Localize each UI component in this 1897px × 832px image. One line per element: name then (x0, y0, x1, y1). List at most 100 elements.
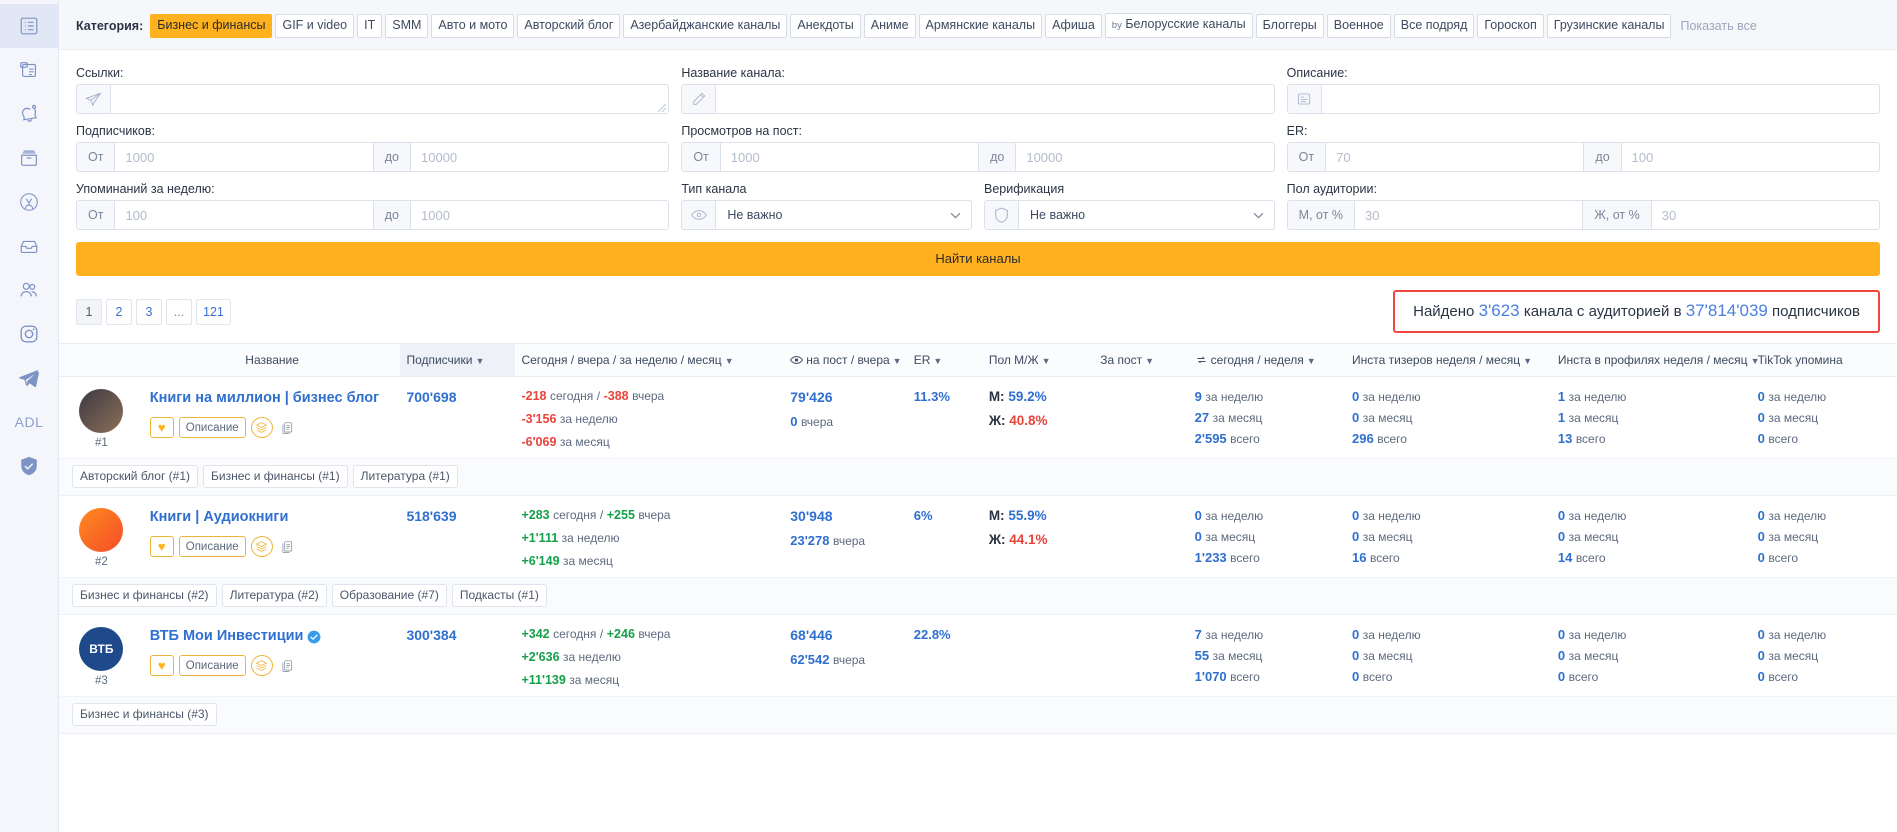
filter-views-control[interactable]: От до (681, 142, 1274, 172)
table-header-cell[interactable]: Пол М/Ж▼ (983, 344, 1094, 377)
table-header-cell[interactable]: За пост▼ (1094, 344, 1188, 377)
table-header: НазваниеПодписчики▼Сегодня / вчера / за … (59, 344, 1897, 377)
filter-gender-control[interactable]: М, от % Ж, от % (1287, 200, 1880, 230)
category-tag[interactable]: Бизнес и финансы (#3) (72, 703, 217, 726)
category-chip[interactable]: Все подряд (1394, 14, 1475, 38)
stack-icon[interactable] (251, 655, 273, 676)
category-tag[interactable]: Литература (#1) (353, 465, 458, 488)
filter-views-from-input[interactable] (721, 143, 978, 171)
copy-icon[interactable] (278, 655, 296, 676)
favorite-button[interactable]: ♥ (150, 655, 174, 676)
adl-logo[interactable]: ADL (0, 400, 59, 444)
category-tag[interactable]: Подкасты (#1) (452, 584, 547, 607)
category-tag[interactable]: Бизнес и финансы (#1) (203, 465, 348, 488)
category-chip[interactable]: Авторский блог (517, 14, 620, 38)
channel-name-link[interactable]: Книги на миллион | бизнес блог (150, 390, 379, 406)
category-tag[interactable]: Литература (#2) (222, 584, 327, 607)
filter-views-to-input[interactable] (1016, 143, 1273, 171)
shield-icon[interactable] (0, 444, 59, 488)
agent-icon[interactable] (0, 180, 59, 224)
table-header-cell[interactable]: ER▼ (908, 344, 983, 377)
growth-month-label: за месяц (569, 673, 619, 687)
category-tag[interactable]: Образование (#7) (332, 584, 447, 607)
filter-er-from-input[interactable] (1326, 143, 1583, 171)
growth-week-label: за неделю (560, 412, 618, 426)
filter-mentions-control[interactable]: От до (76, 200, 669, 230)
copy-icon[interactable] (278, 417, 296, 438)
filter-er-to-input[interactable] (1622, 143, 1879, 171)
avatar[interactable] (79, 389, 123, 433)
filter-mentions-from-input[interactable] (115, 201, 372, 229)
filter-subscribers-to-input[interactable] (411, 143, 668, 171)
pagination-page[interactable]: 3 (136, 299, 162, 325)
archive-icon[interactable] (0, 136, 59, 180)
filter-gender-male-input[interactable] (1355, 201, 1582, 229)
telegram-icon[interactable] (0, 356, 59, 400)
filter-mentions-to-input[interactable] (411, 201, 668, 229)
users-icon[interactable] (0, 268, 59, 312)
filter-description-input[interactable] (1322, 85, 1879, 113)
filter-links-input[interactable] (111, 85, 668, 113)
favorite-button[interactable]: ♥ (150, 536, 174, 557)
category-chip[interactable]: IT (357, 14, 382, 38)
description-button[interactable]: Описание (179, 655, 246, 676)
channel-cell: Книги | Аудиокниги ♥Описание (144, 496, 401, 578)
channel-name-link[interactable]: ВТБ Мои Инвестиции (150, 628, 304, 644)
channel-name-link[interactable]: Книги | Аудиокниги (150, 509, 289, 525)
results-table: НазваниеПодписчики▼Сегодня / вчера / за … (59, 343, 1897, 734)
filter-subscribers-control[interactable]: От до (76, 142, 669, 172)
category-tag[interactable]: Авторский блог (#1) (72, 465, 198, 488)
eye-icon (682, 201, 716, 229)
pagination-page[interactable]: 2 (106, 299, 132, 325)
description-button[interactable]: Описание (179, 536, 246, 557)
table-header-cell[interactable]: Сегодня / вчера / за неделю / месяц▼ (515, 344, 784, 377)
filter-description-control[interactable] (1287, 84, 1880, 114)
copy-icon[interactable] (278, 536, 296, 557)
pagination-page[interactable]: 1 (76, 299, 102, 325)
table-header-cell[interactable]: Подписчики▼ (400, 344, 515, 377)
category-chip[interactable]: GIF и video (275, 14, 354, 38)
clipboard-icon[interactable] (0, 48, 59, 92)
avatar[interactable] (79, 508, 123, 552)
stack-icon[interactable] (251, 417, 273, 438)
category-chip[interactable]: Афиша (1045, 14, 1102, 38)
category-chip[interactable]: Армянские каналы (919, 14, 1043, 38)
filter-channel-name-control[interactable] (681, 84, 1274, 114)
filter-channel-name-input[interactable] (716, 85, 1273, 113)
filter-verification-select[interactable]: Не важно (984, 200, 1275, 230)
instagram-icon[interactable] (0, 312, 59, 356)
category-chip[interactable]: Грузинские каналы (1547, 14, 1672, 38)
category-tag[interactable]: Бизнес и финансы (#2) (72, 584, 217, 607)
table-header-cell[interactable]: Инста тизеров неделя / месяц▼ (1346, 344, 1552, 377)
filter-gender-female-input[interactable] (1652, 201, 1879, 229)
search-channels-button[interactable]: Найти каналы (76, 242, 1880, 276)
favorite-button[interactable]: ♥ (150, 417, 174, 438)
category-chip[interactable]: Азербайджанские каналы (623, 14, 787, 38)
table-header-cell[interactable]: на пост / вчера▼ (784, 344, 908, 377)
table-header-cell[interactable]: Инста в профилях неделя / месяц▼ (1552, 344, 1752, 377)
category-chip[interactable]: by Белорусские каналы (1105, 13, 1253, 38)
stack-icon[interactable] (251, 536, 273, 557)
filter-links-control[interactable] (76, 84, 669, 114)
category-chip[interactable]: Анекдоты (790, 14, 860, 38)
list-icon[interactable] (0, 4, 59, 48)
category-chip[interactable]: SMM (385, 14, 428, 38)
show-all-categories-link[interactable]: Показать все (1680, 19, 1756, 33)
category-chip[interactable]: Авто и мото (431, 14, 514, 38)
filter-er-control[interactable]: От до (1287, 142, 1880, 172)
avatar[interactable]: ВТБ (79, 627, 123, 671)
category-chip[interactable]: Блоггеры (1256, 14, 1324, 38)
filter-subscribers-from-label: От (77, 143, 115, 171)
filter-subscribers-from-input[interactable] (115, 143, 372, 171)
filter-channel-type-select[interactable]: Не важно (681, 200, 972, 230)
category-chip[interactable]: Бизнес и финансы (150, 14, 272, 38)
table-header-cell[interactable]: сегодня / неделя▼ (1189, 344, 1346, 377)
bell-icon[interactable] (0, 92, 59, 136)
er-value: 6% (914, 508, 933, 523)
pagination-page[interactable]: 121 (196, 299, 231, 325)
description-button[interactable]: Описание (179, 417, 246, 438)
inbox-icon[interactable] (0, 224, 59, 268)
category-chip[interactable]: Аниме (864, 14, 916, 38)
category-chip[interactable]: Гороскоп (1477, 14, 1543, 38)
category-chip[interactable]: Военное (1327, 14, 1391, 38)
